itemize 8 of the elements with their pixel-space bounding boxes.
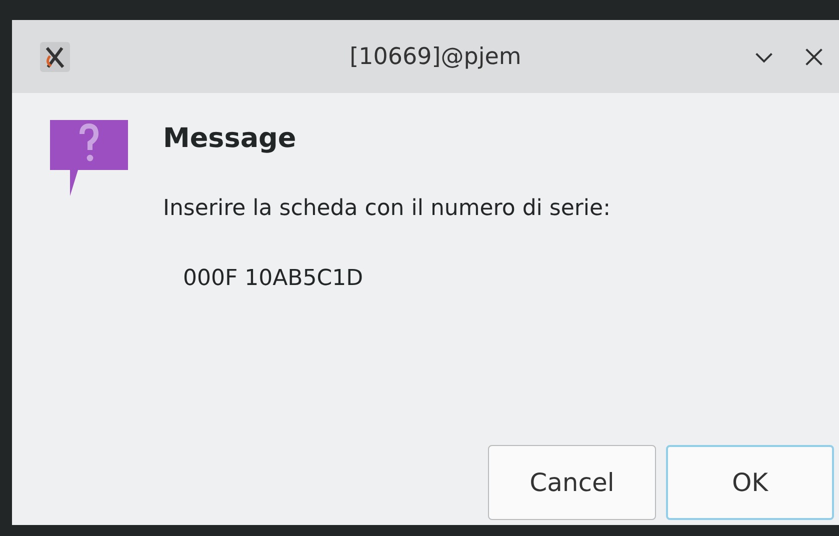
window-title: [10669]@pjem [348,44,522,70]
question-icon [50,120,128,196]
message-heading: Message [163,123,298,154]
message-text: Inserire la scheda con il numero di serie: [163,196,610,221]
serial-number: 000F 10AB5C1D [183,266,364,291]
app-icon [40,42,70,72]
dialog-button[interactable]: OK [666,445,834,520]
dialog-button[interactable]: Cancel [488,445,656,520]
